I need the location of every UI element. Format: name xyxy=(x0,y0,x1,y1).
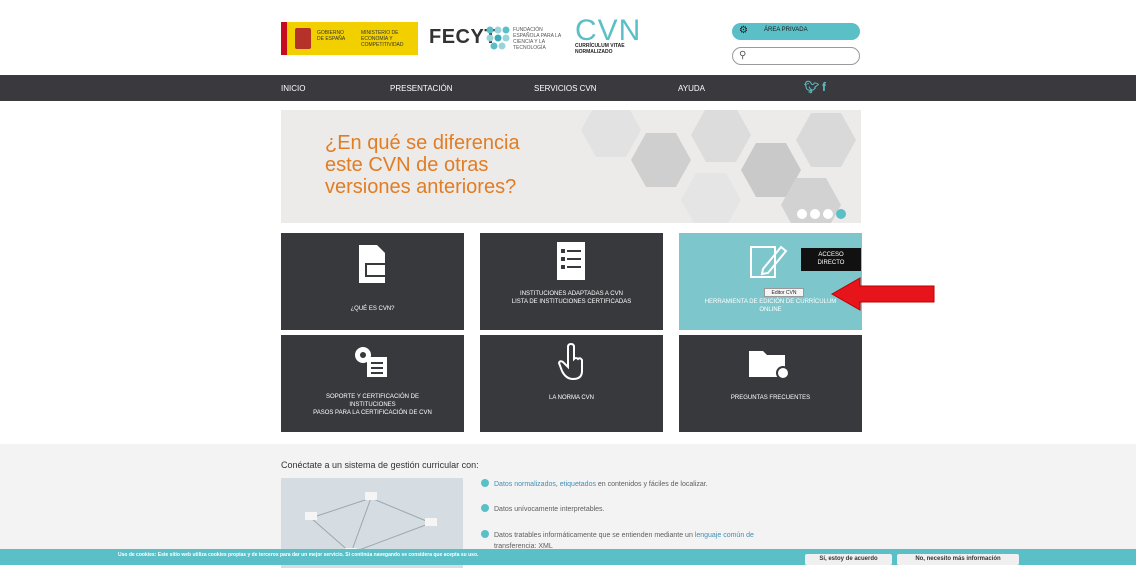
nav-item-ayuda[interactable]: AYUDA xyxy=(678,84,705,93)
tile-label: SOPORTE Y CERTIFICACIÓN DE xyxy=(326,394,419,400)
spain-flag-icon xyxy=(281,22,287,55)
tile-soporte[interactable]: SOPORTE Y CERTIFICACIÓN DE INSTITUCIONES… xyxy=(281,335,464,432)
tile-label: INSTITUCIONES xyxy=(349,402,396,408)
hex-shape xyxy=(581,110,641,157)
nav-item-presentacion[interactable]: PRESENTACIÓN xyxy=(390,84,453,93)
hero-line: ¿En qué se diferencia xyxy=(325,132,520,154)
tooltip: Editor CVN xyxy=(764,288,804,297)
list-text: en contenidos y fáciles de localizar. xyxy=(595,481,708,488)
acceso-label: ACCESO xyxy=(818,252,844,258)
twitter-icon[interactable]: 🐦︎ xyxy=(804,80,819,94)
nav-item-inicio[interactable]: INICIO xyxy=(281,84,305,93)
edit-icon xyxy=(750,245,788,278)
gobierno-logo[interactable]: GOBIERNO DE ESPAÑA MINISTERIO DE ECONOMÍ… xyxy=(281,22,418,55)
settings-icon xyxy=(355,347,387,377)
tile-que-es-cvn[interactable]: ¿QUÉ ES CVN? xyxy=(281,233,464,330)
folder-search-icon xyxy=(749,351,790,380)
gobierno-label: GOBIERNO DE ESPAÑA xyxy=(317,30,346,42)
link-lenguaje-comun[interactable]: lenguaje común de xyxy=(695,532,754,539)
area-privada-label: ÁREA PRIVADA xyxy=(764,27,808,33)
list-text: Datos unívocamente interpretables. xyxy=(494,506,605,513)
tile-label: LA NORMA CVN xyxy=(548,395,594,401)
tile-preguntas[interactable]: PREGUNTAS FRECUENTES xyxy=(679,335,862,432)
tile-norma-cvn[interactable]: LA NORMA CVN xyxy=(480,335,663,432)
hero-banner[interactable]: ¿En qué se diferencia este CVN de otras … xyxy=(281,110,861,223)
tile-label: PREGUNTAS FRECUENTES xyxy=(730,395,811,401)
fecyt-subtitle: FUNDACIÓN ESPAÑOLA PARA LA CIENCIA Y LA … xyxy=(513,27,561,51)
info-section: Conéctate a un sistema de gestión curric… xyxy=(0,444,1136,568)
hand-pointer-icon xyxy=(557,343,583,381)
check-icon xyxy=(481,504,489,512)
link-etiquetados[interactable]: etiquetados xyxy=(560,481,596,488)
cvn-subtitle: CURRÍCULUM VITAE NORMALIZADO xyxy=(575,43,625,55)
nav-item-servicios[interactable]: SERVICIOS CVN xyxy=(534,84,597,93)
hex-shape xyxy=(796,113,856,167)
search-icon: ⚲ xyxy=(739,50,747,61)
site-header: GOBIERNO DE ESPAÑA MINISTERIO DE ECONOMÍ… xyxy=(0,0,1136,75)
document-icon xyxy=(359,245,387,283)
hero-line: versiones anteriores? xyxy=(325,176,517,198)
check-icon xyxy=(481,530,489,538)
tile-label: ¿QUÉ ES CVN? xyxy=(350,306,395,312)
tile-instituciones[interactable]: INSTITUCIONES ADAPTADAS A CVN LISTA DE I… xyxy=(480,233,663,330)
tile-label: PASOS PARA LA CERTIFICACIÓN DE CVN xyxy=(313,410,432,416)
coat-of-arms-icon xyxy=(295,28,311,49)
cookie-text: Uso de cookies: Este sitio web utiliza c… xyxy=(118,552,479,558)
hex-shape xyxy=(681,173,741,223)
link-normalizados[interactable]: Datos normalizados xyxy=(494,481,556,488)
hero-headline: ¿En qué se diferencia este CVN de otras … xyxy=(325,132,585,198)
list-item: Datos normalizados, etiquetados en conte… xyxy=(481,479,861,490)
section-heading: Conéctate a un sistema de gestión curric… xyxy=(281,460,479,470)
cookie-bar: Uso de cookies: Este sitio web utiliza c… xyxy=(0,549,1136,565)
tile-label: INSTITUCIONES ADAPTADAS A CVN xyxy=(520,291,623,297)
area-privada-button[interactable]: ⚙ ÁREA PRIVADA xyxy=(732,23,860,40)
list-icon xyxy=(557,242,585,280)
tile-label: LISTA DE INSTITUCIONES CERTIFICADAS xyxy=(511,299,632,305)
list-item: Datos tratables informáticamente que se … xyxy=(481,530,861,541)
cookie-accept-button[interactable]: Sí, estoy de acuerdo xyxy=(805,554,892,565)
list-text: Datos tratables informáticamente que se … xyxy=(494,532,695,539)
slide-dot[interactable] xyxy=(797,209,807,219)
list-item: Datos unívocamente interpretables. xyxy=(481,504,861,515)
search-input[interactable]: ⚲ xyxy=(732,47,860,65)
hero-line: este CVN de otras xyxy=(325,154,489,176)
main-nav: INICIO PRESENTACIÓN SERVICIOS CVN AYUDA … xyxy=(0,75,1136,101)
acceso-label: DIRECTO xyxy=(817,260,845,266)
facebook-icon[interactable]: f xyxy=(822,80,826,94)
slide-dot[interactable] xyxy=(823,209,833,219)
hex-shape xyxy=(691,110,751,162)
slide-dot[interactable] xyxy=(810,209,820,219)
slide-dot-active[interactable] xyxy=(836,209,846,219)
fecyt-dots-icon xyxy=(486,26,510,50)
hex-shape xyxy=(631,133,691,187)
cookie-more-info-button[interactable]: No, necesito más información xyxy=(897,554,1019,565)
check-icon xyxy=(481,479,489,487)
ministerio-label: MINISTERIO DE ECONOMÍA Y COMPETITIVIDAD xyxy=(361,30,404,48)
red-arrow-icon xyxy=(830,277,935,311)
gear-icon: ⚙ xyxy=(739,25,748,36)
acceso-directo-badge[interactable]: ACCESO DIRECTO xyxy=(801,248,861,271)
